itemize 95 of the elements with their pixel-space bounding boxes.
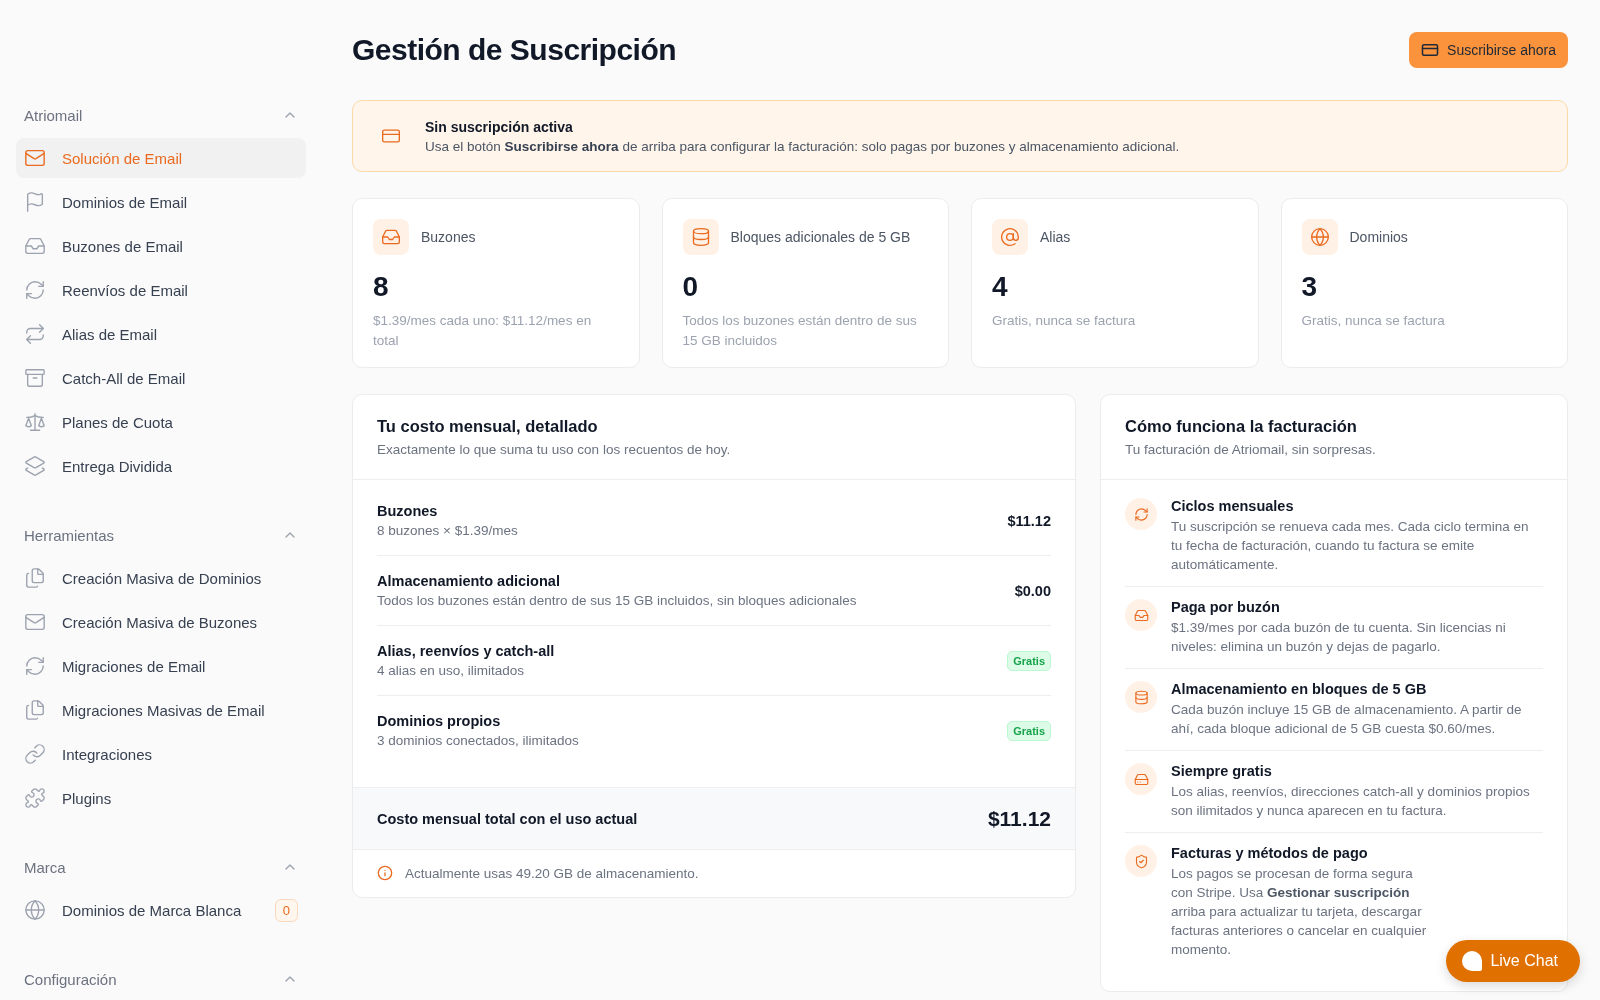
- row-title: Dominios propios: [377, 713, 502, 729]
- stat-note: Todos los buzones están dentro de sus 15 GB incluidos: [682, 312, 918, 350]
- stat-note: Gratis, nunca se factura: [992, 312, 1137, 330]
- card-subtitle: Exactamente lo que suma tu uso con los recuentos de hoy.: [377, 442, 732, 457]
- billing-item-title: Paga por buzón: [1171, 599, 1281, 615]
- archive-icon: [24, 367, 46, 389]
- sidebar-item[interactable]: Migraciones Masivas de Email: [16, 690, 306, 730]
- stat-label: Dominios: [1349, 229, 1408, 245]
- row-detail: 4 alias en uso, ilimitados: [377, 663, 526, 678]
- total-label: Costo mensual total con el uso actual: [377, 810, 638, 827]
- page-title: Gestión de Suscripción: [352, 33, 677, 67]
- info-icon: [377, 865, 393, 881]
- billing-item-title: Almacenamiento en bloques de 5 GB: [1171, 681, 1428, 697]
- refresh-icon: [24, 279, 46, 301]
- chat-bubble-icon: [1462, 951, 1483, 971]
- notice-text: Usa el botón Suscribirse ahora de arriba para configurar la facturación: solo pagas por buzones y almacenamiento adicional.: [425, 138, 1180, 154]
- stat-label: Alias: [1040, 229, 1071, 245]
- refresh-icon: [1125, 498, 1157, 530]
- sidebar-item[interactable]: Dominios de Marca Blanca 0: [16, 890, 306, 930]
- total-value: $11.12: [987, 806, 1051, 831]
- files-icon: [24, 699, 46, 721]
- stat-label: Bloques adicionales de 5 GB: [730, 229, 911, 245]
- free-badge: Gratis: [1007, 720, 1051, 741]
- link-icon: [24, 743, 46, 765]
- mail-icon: [24, 147, 46, 169]
- section-header[interactable]: Marca: [16, 848, 306, 886]
- stat-note: Gratis, nunca se factura: [1301, 312, 1446, 330]
- section-title: Herramientas: [24, 526, 115, 544]
- card-title: Tu costo mensual, detallado: [377, 417, 599, 436]
- free-badge: Gratis: [1007, 650, 1051, 671]
- billing-item-text: Cada buzón incluye 15 GB de almacenamiento. A partir de ahí, cada bloque adicional de 5 GB cuesta $0.60/mes.: [1171, 701, 1523, 738]
- sidebar-item[interactable]: Entrega Dividida: [16, 446, 306, 486]
- at-sign-icon: [992, 219, 1028, 255]
- sidebar-item[interactable]: Creación Masiva de Dominios: [16, 558, 306, 598]
- billing-item-title: Siempre gratis: [1171, 763, 1273, 779]
- subscribe-button[interactable]: Suscribirse ahora: [1409, 32, 1568, 68]
- row-detail: 8 buzones × $1.39/mes: [377, 523, 518, 538]
- database-icon: [1125, 681, 1157, 713]
- tray-icon: [1125, 763, 1157, 795]
- puzzle-icon: [24, 787, 46, 809]
- stat-note: $1.39/mes cada uno: $11.12/mes en total: [373, 312, 593, 350]
- refresh-icon: [24, 655, 46, 677]
- card-subtitle: Tu facturación de Atriomail, sin sorpresas.: [1125, 442, 1377, 457]
- section-title: Configuración: [24, 970, 117, 988]
- inbox-icon: [373, 219, 409, 255]
- flag-icon: [24, 191, 46, 213]
- sidebar-item[interactable]: Catch-All de Email: [16, 358, 306, 398]
- sidebar-item[interactable]: Integraciones: [16, 734, 306, 774]
- inbox-icon: [24, 235, 46, 257]
- billing-item-title: Ciclos mensuales: [1171, 498, 1295, 514]
- sidebar-item[interactable]: Alias de Email: [16, 314, 306, 354]
- sidebar-item[interactable]: Plugins: [16, 778, 306, 818]
- section-header[interactable]: Herramientas: [16, 516, 306, 554]
- sidebar-item[interactable]: Creación Masiva de Buzones: [16, 602, 306, 642]
- inbox-icon: [1125, 599, 1157, 631]
- billing-item-text: $1.39/mes por cada buzón de tu cuenta. Sin licencias ni niveles: elimina un buzón y dejas de pagarlo.: [1171, 619, 1507, 656]
- section-title: Atriomail: [24, 106, 83, 124]
- sidebar-item[interactable]: Planes de Cuota: [16, 402, 306, 442]
- globe-icon: [24, 899, 46, 921]
- sidebar-item[interactable]: Migraciones de Email: [16, 646, 306, 686]
- shield-check-icon: [1125, 845, 1157, 877]
- stat-value: 3: [1301, 271, 1319, 303]
- mail-icon: [24, 611, 46, 633]
- row-detail: Todos los buzones están dentro de sus 15 GB incluidos, sin bloques adicionales: [377, 593, 857, 608]
- sidebar-item[interactable]: Reenvíos de Email: [16, 270, 306, 310]
- billing-item-title: Facturas y métodos de pago: [1171, 845, 1369, 861]
- billing-item-text: Los pagos se procesan de forma segura con Stripe. Usa Gestionar suscripción arriba para actualizar tu tarjeta, descargar facturas anteriores o cancelar en cualquier momento.: [1171, 865, 1428, 959]
- stat-value: 8: [373, 271, 390, 303]
- stat-label: Buzones: [421, 229, 476, 245]
- notice-title: Sin suscripción activa: [425, 118, 574, 135]
- database-icon: [682, 219, 719, 255]
- section-header[interactable]: Atriomail: [16, 96, 306, 134]
- row-amount: $0.00: [1014, 582, 1051, 599]
- row-amount: $11.12: [1007, 512, 1051, 529]
- billing-item-text: Tu suscripción se renueva cada mes. Cada ciclo termina en tu fecha de facturación, cuando tu factura se emite automáticamente.: [1171, 518, 1530, 574]
- sidebar-item[interactable]: Dominios de Email: [16, 182, 306, 222]
- row-title: Alias, reenvíos y catch-all: [377, 643, 555, 659]
- section-header[interactable]: Configuración: [16, 960, 306, 998]
- row-title: Buzones: [377, 503, 439, 519]
- row-detail: 3 dominios conectados, ilimitados: [377, 733, 579, 748]
- card-title: Cómo funciona la facturación: [1125, 417, 1358, 436]
- stat-value: 4: [992, 271, 1009, 303]
- files-icon: [24, 567, 46, 589]
- billing-item-text: Los alias, reenvíos, direcciones catch-all y dominios propios son ilimitados y nunca aparecen en tu factura.: [1171, 783, 1531, 820]
- count-badge: 0: [274, 898, 298, 922]
- row-title: Almacenamiento adicional: [377, 573, 561, 589]
- stat-value: 0: [682, 271, 700, 303]
- sidebar-item[interactable]: Buzones de Email: [16, 226, 306, 266]
- scale-icon: [24, 411, 46, 433]
- credit-card-icon: [1421, 41, 1440, 59]
- globe-icon: [1301, 219, 1338, 255]
- repeat-icon: [24, 323, 46, 345]
- section-title: Marca: [24, 858, 66, 876]
- stack-icon: [24, 455, 46, 477]
- storage-note: Actualmente usas 49.20 GB de almacenamiento.: [405, 865, 699, 881]
